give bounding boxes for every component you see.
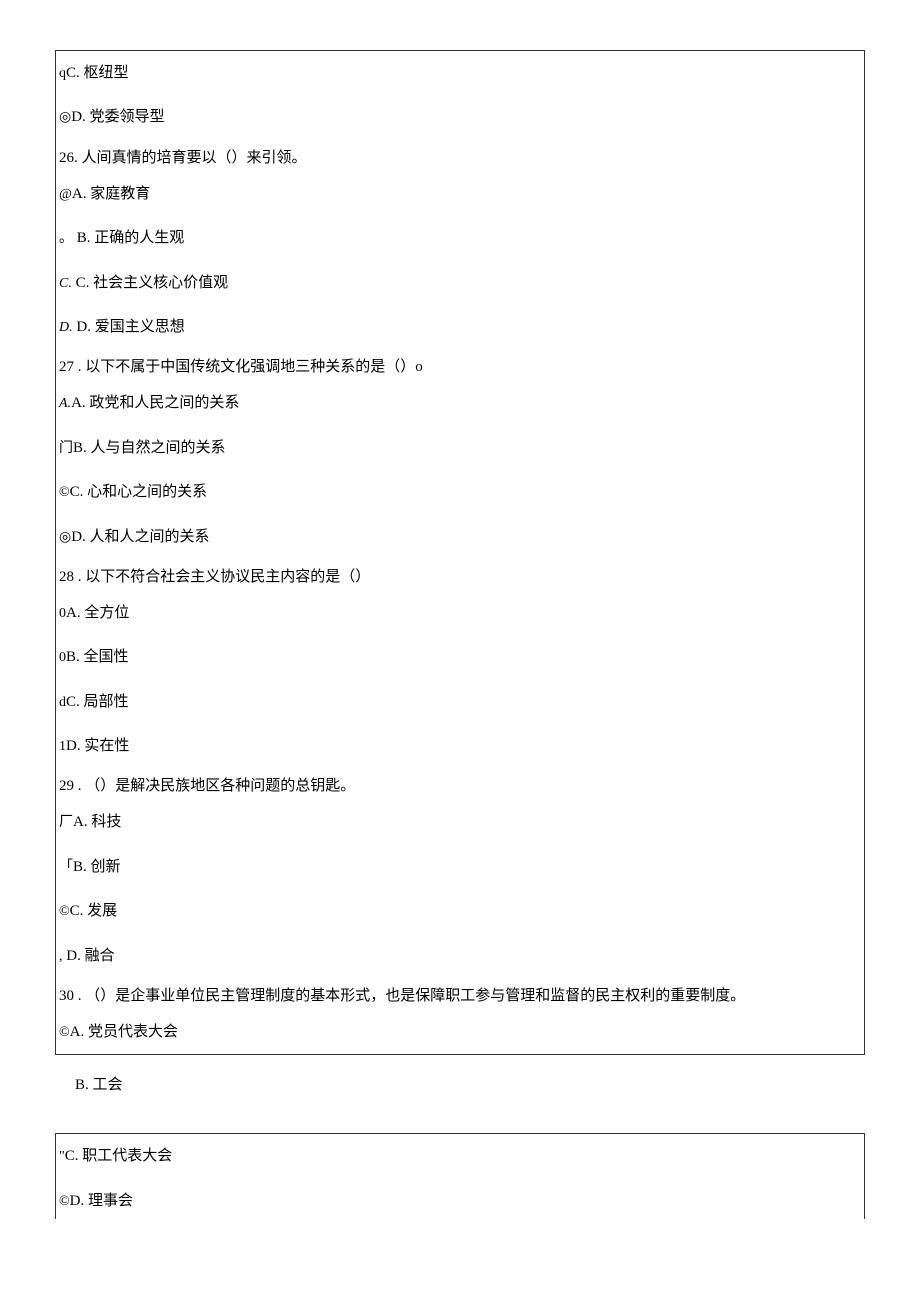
option-line: A.A. 政党和人民之间的关系 [56, 381, 864, 425]
opt-text: B. 正确的人生观 [77, 230, 185, 246]
option-line: 1D. 实在性 [56, 724, 864, 768]
opt-prefix: © [59, 1194, 70, 1209]
opt-text: A. 家庭教育 [72, 186, 150, 202]
opt-text: D. 理事会 [70, 1193, 133, 1209]
opt-text: C. 局部性 [66, 694, 129, 710]
opt-text: C. 职工代表大会 [65, 1148, 173, 1164]
opt-prefix: © [59, 485, 70, 500]
question-text: 27 . 以下不属于中国传统文化强调地三种关系的是（）o [56, 349, 864, 381]
option-line: D. D. 爱国主义思想 [56, 305, 864, 349]
opt-text: D. 融合 [66, 948, 114, 964]
option-line: ©C. 心和心之间的关系 [56, 470, 864, 514]
option-line: 「B. 创新 [56, 845, 864, 889]
opt-text: C. 发展 [70, 903, 118, 919]
opt-text: D. 实在性 [66, 738, 129, 754]
opt-prefix: 0 [59, 650, 66, 665]
option-line: dC. 局部性 [56, 680, 864, 724]
opt-prefix: , [59, 949, 63, 964]
option-line: 0B. 全国性 [56, 635, 864, 679]
option-line: ©A. 党员代表大会 [56, 1010, 864, 1054]
opt-text: B. 人与自然之间的关系 [73, 440, 226, 456]
opt-text: C. 社会主义核心价值观 [76, 275, 229, 291]
question-text: 28 . 以下不符合社会主义协议民主内容的是（） [56, 559, 864, 591]
option-line-standalone: B. 工会 [55, 1055, 865, 1115]
option-line: , D. 融合 [56, 934, 864, 978]
option-line: "C. 职工代表大会 [56, 1134, 864, 1178]
option-line: 门B. 人与自然之间的关系 [56, 426, 864, 470]
opt-text: D. 党委领导型 [71, 109, 164, 125]
opt-prefix: ◎ [59, 110, 71, 125]
option-line: @A. 家庭教育 [56, 172, 864, 216]
option-line: C. C. 社会主义核心价值观 [56, 261, 864, 305]
question-text: 29 . （）是解决民族地区各种问题的总钥匙。 [56, 768, 864, 800]
opt-prefix: A. [59, 396, 71, 411]
opt-prefix: 门 [59, 441, 73, 456]
opt-prefix: d [59, 695, 66, 710]
opt-text: D. 人和人之间的关系 [71, 529, 209, 545]
opt-prefix: ◎ [59, 530, 71, 545]
option-line: ◎D. 党委领导型 [56, 95, 864, 139]
opt-prefix: @ [59, 187, 72, 202]
question-text: 26. 人间真情的培育要以（）来引领。 [56, 140, 864, 172]
opt-text: C. 枢纽型 [66, 65, 129, 81]
opt-text: B. 全国性 [66, 649, 129, 665]
opt-text: A. 全方位 [66, 605, 129, 621]
opt-prefix: 「 [59, 860, 73, 875]
opt-prefix: C. [59, 276, 72, 291]
opt-prefix: 0 [59, 606, 66, 621]
opt-prefix: 厂 [59, 815, 73, 830]
option-line: 0A. 全方位 [56, 591, 864, 635]
question-text: 30 . （）是企事业单位民主管理制度的基本形式，也是保障职工参与管理和监督的民… [56, 978, 864, 1010]
opt-prefix: © [59, 1025, 70, 1040]
opt-text: D. 爱国主义思想 [76, 319, 184, 335]
opt-text: A. 政党和人民之间的关系 [71, 395, 239, 411]
opt-text: B. 创新 [73, 859, 121, 875]
option-line: 。 B. 正确的人生观 [56, 216, 864, 260]
opt-prefix: 。 [59, 231, 73, 246]
option-line: ◎D. 人和人之间的关系 [56, 515, 864, 559]
opt-prefix: © [59, 904, 70, 919]
question-box-main: qC. 枢纽型 ◎D. 党委领导型 26. 人间真情的培育要以（）来引领。 @A… [55, 50, 865, 1055]
opt-text: C. 心和心之间的关系 [70, 484, 208, 500]
opt-prefix: D. [59, 320, 73, 335]
option-line: 厂A. 科技 [56, 800, 864, 844]
option-line: ©C. 发展 [56, 889, 864, 933]
opt-prefix: 1 [59, 739, 66, 754]
option-line: qC. 枢纽型 [56, 51, 864, 95]
opt-text: A. 党员代表大会 [70, 1024, 178, 1040]
opt-prefix: q [59, 66, 66, 81]
opt-text: A. 科技 [73, 814, 121, 830]
question-box-continued: "C. 职工代表大会 ©D. 理事会 [55, 1133, 865, 1219]
option-line: ©D. 理事会 [56, 1179, 864, 1219]
